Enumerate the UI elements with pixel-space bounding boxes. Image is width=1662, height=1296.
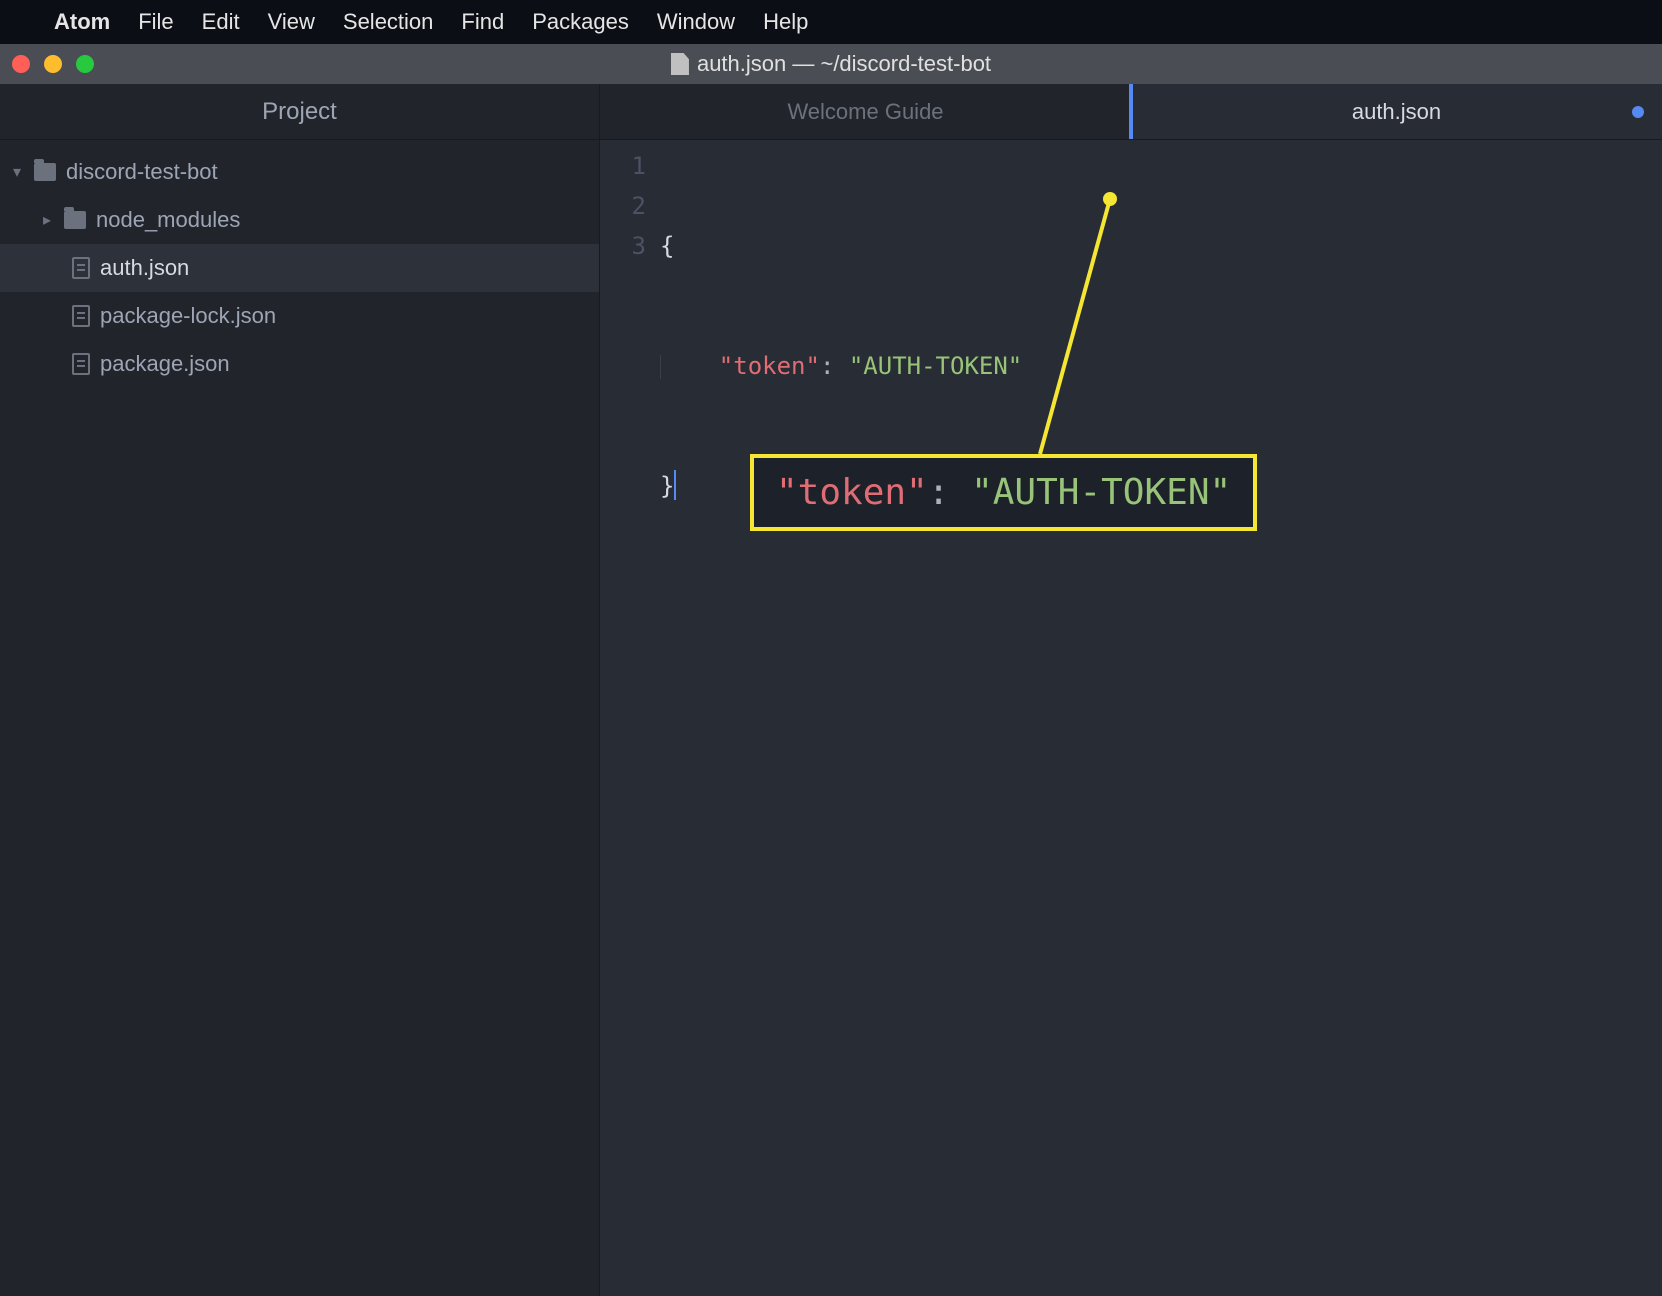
indent-space (661, 352, 719, 380)
window-title-text: auth.json — ~/discord-test-bot (697, 51, 991, 77)
tab-bar: Welcome Guide auth.json (600, 84, 1662, 140)
line-number: 2 (600, 186, 646, 226)
close-brace: } (660, 472, 674, 500)
tree-file-package-lock[interactable]: package-lock.json (0, 292, 599, 340)
chevron-down-icon[interactable]: ▾ (10, 162, 24, 182)
text-cursor (674, 470, 676, 500)
file-icon (72, 353, 90, 375)
tree-item-label: package-lock.json (100, 303, 276, 329)
tree-root-folder[interactable]: ▾ discord-test-bot (0, 148, 599, 196)
window-titlebar[interactable]: auth.json — ~/discord-test-bot (0, 44, 1662, 84)
tree-file-auth-json[interactable]: auth.json (0, 244, 599, 292)
tab-label: auth.json (1352, 99, 1441, 125)
tree-item-label: auth.json (100, 255, 189, 281)
menubar-item-find[interactable]: Find (461, 9, 504, 35)
window-title: auth.json — ~/discord-test-bot (0, 51, 1662, 77)
text-editor[interactable]: 1 2 3 { "token": "AUTH-TOKEN" } (600, 140, 1662, 1296)
json-key: "token" (719, 352, 820, 380)
menubar-item-edit[interactable]: Edit (202, 9, 240, 35)
dirty-indicator-icon (1632, 106, 1644, 118)
tab-welcome-guide[interactable]: Welcome Guide (600, 84, 1131, 139)
menubar-item-window[interactable]: Window (657, 9, 735, 35)
menubar-item-selection[interactable]: Selection (343, 9, 434, 35)
folder-icon (34, 163, 56, 181)
line-number: 1 (600, 146, 646, 186)
code-content[interactable]: { "token": "AUTH-TOKEN" } (660, 140, 1662, 1296)
editor-area: Welcome Guide auth.json 1 2 3 { "token":… (600, 84, 1662, 1296)
project-sidebar: Project ▾ discord-test-bot ▸ node_module… (0, 84, 600, 1296)
chevron-right-icon[interactable]: ▸ (40, 210, 54, 230)
menubar-item-view[interactable]: View (268, 9, 315, 35)
menubar-app-name[interactable]: Atom (54, 9, 110, 35)
menubar-item-help[interactable]: Help (763, 9, 808, 35)
open-brace: { (660, 232, 674, 260)
tree-folder-node-modules[interactable]: ▸ node_modules (0, 196, 599, 244)
folder-icon (64, 211, 86, 229)
tab-auth-json[interactable]: auth.json (1131, 84, 1662, 139)
file-icon (72, 257, 90, 279)
colon: : (820, 352, 849, 380)
file-icon (671, 53, 689, 75)
file-icon (72, 305, 90, 327)
system-menubar[interactable]: Atom File Edit View Selection Find Packa… (0, 0, 1662, 44)
json-value: "AUTH-TOKEN" (849, 352, 1022, 380)
tree-item-label: node_modules (96, 207, 240, 233)
line-number: 3 (600, 226, 646, 266)
tree-root-label: discord-test-bot (66, 159, 218, 185)
workspace: Project ▾ discord-test-bot ▸ node_module… (0, 84, 1662, 1296)
tree-item-label: package.json (100, 351, 230, 377)
tab-label: Welcome Guide (787, 99, 943, 125)
tree-file-package-json[interactable]: package.json (0, 340, 599, 388)
line-number-gutter: 1 2 3 (600, 140, 660, 1296)
sidebar-header: Project (0, 84, 599, 140)
menubar-item-packages[interactable]: Packages (532, 9, 629, 35)
file-tree: ▾ discord-test-bot ▸ node_modules auth.j… (0, 140, 599, 388)
menubar-item-file[interactable]: File (138, 9, 173, 35)
